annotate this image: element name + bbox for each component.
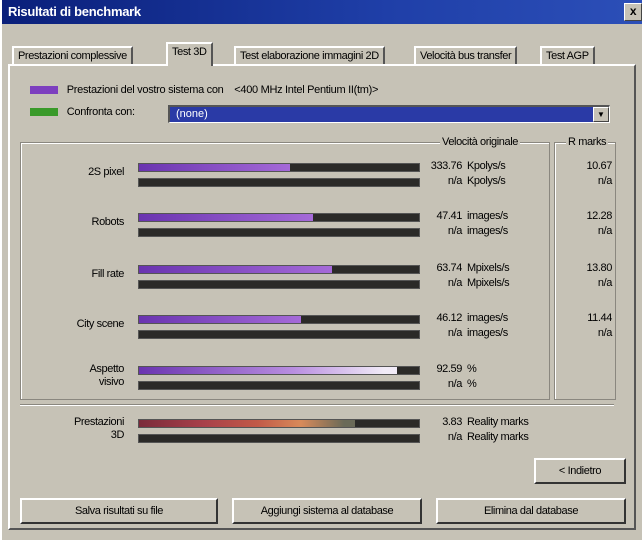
title-bar: Risultati di benchmark x	[2, 0, 642, 24]
window-title: Risultati di benchmark	[8, 4, 141, 19]
system-value-number: 63.74	[436, 262, 462, 274]
compare-value-unit: images/s	[467, 225, 508, 237]
system-bar	[138, 213, 420, 222]
compare-value-unit: Mpixels/s	[467, 277, 510, 289]
compare-bar	[138, 178, 420, 187]
add-system-button[interactable]: Aggiungi sistema al database	[232, 498, 422, 524]
legend-system-value: <400 MHz Intel Pentium II(tm)>	[234, 84, 379, 96]
system-bar	[138, 163, 420, 172]
overall-compare-number: n/a	[447, 431, 462, 443]
overall-compare-value: n/a Reality marks	[426, 431, 529, 443]
overall-value-number: 3.83	[442, 416, 462, 428]
legend-system-label: Prestazioni del vostro sistema con	[66, 84, 224, 96]
overall-value-unit: Reality marks	[467, 416, 529, 428]
system-value-number: 333.76	[430, 160, 463, 172]
rmark-compare-value: n/a	[597, 327, 612, 339]
rmark-value: 12.28	[586, 210, 612, 222]
system-value-unit: Kpolys/s	[467, 160, 506, 172]
separator	[20, 404, 614, 406]
rmark-compare-value: n/a	[597, 277, 612, 289]
system-bar-fill	[139, 367, 397, 374]
back-button[interactable]: < Indietro	[534, 458, 626, 484]
row-label: Fill rate	[91, 268, 125, 280]
overall-system-bar	[138, 419, 420, 428]
system-value: 47.41 images/s	[426, 210, 508, 222]
column-rmarks-header: R marks	[566, 136, 609, 148]
compare-value: n/a Mpixels/s	[426, 277, 510, 289]
compare-value: n/a%	[426, 378, 477, 390]
compare-value-unit: %	[467, 378, 477, 390]
compare-value-number: n/a	[447, 327, 462, 339]
system-bar-fill	[139, 316, 302, 323]
system-bar-fill	[139, 214, 313, 221]
compare-bar	[138, 330, 420, 339]
system-value-unit: images/s	[467, 312, 508, 324]
system-bar-fill	[139, 164, 291, 171]
system-value: 46.12 images/s	[426, 312, 508, 324]
compare-value-number: n/a	[447, 277, 462, 289]
row-label: Robots	[91, 216, 125, 228]
compare-value-number: n/a	[447, 225, 462, 237]
compare-select[interactable]: (none) ▼	[168, 105, 610, 123]
compare-value: n/a Kpolys/s	[426, 175, 506, 187]
chevron-down-icon[interactable]: ▼	[593, 107, 609, 122]
compare-value: n/a images/s	[426, 327, 508, 339]
close-button[interactable]: x	[624, 3, 642, 21]
save-results-button[interactable]: Salva risultati su file	[20, 498, 218, 524]
system-bar-fill	[139, 266, 333, 273]
system-value-unit: images/s	[467, 210, 508, 222]
overall-compare-bar	[138, 434, 420, 443]
legend-compare-label: Confronta con:	[66, 106, 135, 118]
rmark-compare-value: n/a	[597, 225, 612, 237]
system-bar	[138, 315, 420, 324]
legend-compare: Confronta con:	[30, 106, 135, 122]
system-value: 333.76 Kpolys/s	[426, 160, 506, 172]
compare-bar	[138, 280, 420, 289]
compare-value-unit: Kpolys/s	[467, 175, 506, 187]
compare-value-number: n/a	[447, 175, 462, 187]
system-value-unit: Mpixels/s	[467, 262, 510, 274]
system-value-unit: %	[467, 363, 477, 375]
tab-test-3d[interactable]: Test 3D	[166, 42, 213, 66]
tab-velocita-bus[interactable]: Velocità bus transfer	[414, 46, 518, 64]
delete-from-database-button[interactable]: Elimina dal database	[436, 498, 626, 524]
compare-bar	[138, 381, 420, 390]
system-bar	[138, 265, 420, 274]
system-value-number: 92.59	[436, 363, 462, 375]
compare-select-value: (none)	[176, 108, 208, 120]
system-value-number: 46.12	[436, 312, 462, 324]
system-value: 92.59%	[426, 363, 476, 375]
benchmark-results-window: Risultati di benchmark x Prestazioni com…	[0, 0, 642, 540]
tab-prestazioni-complessive[interactable]: Prestazioni complessive	[12, 46, 133, 64]
rmark-value: 10.67	[586, 160, 612, 172]
close-icon: x	[629, 4, 637, 18]
overall-label: Prestazioni 3D	[73, 416, 124, 441]
system-value: 63.74 Mpixels/s	[426, 262, 509, 274]
rmark-value: 13.80	[586, 262, 612, 274]
rmark-compare-value: n/a	[597, 175, 612, 187]
tab-test-2d[interactable]: Test elaborazione immagini 2D	[234, 46, 385, 64]
compare-bar	[138, 228, 420, 237]
system-value-number: 47.41	[436, 210, 462, 222]
row-label: City scene	[76, 318, 125, 330]
row-label: Aspetto visivo	[89, 363, 124, 388]
rmark-value: 11.44	[587, 312, 612, 324]
column-velocity-header: Velocità originale	[440, 136, 520, 148]
compare-value-unit: images/s	[467, 327, 508, 339]
row-label: 2S pixel	[88, 166, 124, 178]
system-bar	[138, 366, 420, 375]
compare-value-number: n/a	[447, 378, 462, 390]
overall-value: 3.83 Reality marks	[426, 416, 529, 428]
legend-system: Prestazioni del vostro sistema con <400 …	[30, 84, 378, 100]
overall-system-bar-fill	[139, 420, 355, 427]
system-color-swatch	[30, 86, 58, 95]
tab-test-agp[interactable]: Test AGP	[540, 46, 595, 64]
compare-color-swatch	[30, 108, 58, 117]
overall-compare-unit: Reality marks	[467, 431, 529, 443]
compare-value: n/a images/s	[426, 225, 508, 237]
